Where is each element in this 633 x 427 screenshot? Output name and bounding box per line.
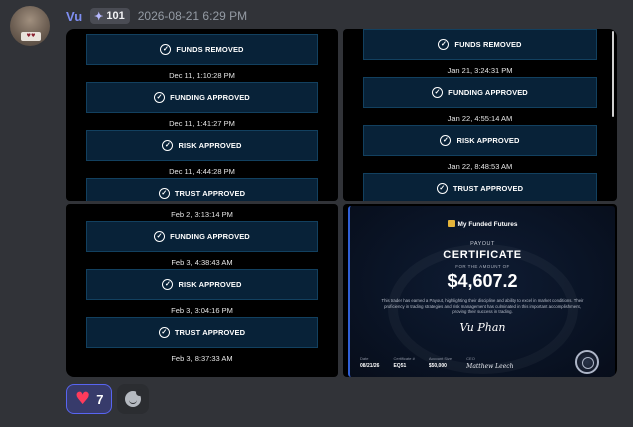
reactions-bar: ♥ 7 [66,384,150,414]
status-timestamp: Jan 21, 3:24:31 PM [447,66,513,75]
status-label: RISK APPROVED [178,141,242,150]
status-label: TRUST APPROVED [452,184,524,193]
seal-icon [575,350,599,374]
footer-value: $50,000 [428,363,447,369]
footer-value: 08/21/26 [360,363,380,369]
attachment-image-3[interactable]: Feb 2, 3:13:14 PM ✓ FUNDING APPROVED Feb 3,… [66,204,338,377]
status-box: ✓ RISK APPROVED [86,269,318,300]
check-circle-icon: ✓ [162,279,174,290]
status-box: ✓ TRUST APPROVED [363,173,597,201]
message-header: Vu ✦ 101 2026-08-21 6:29 PM [66,7,247,25]
status-box: ✓ FUNDING APPROVED [86,82,318,113]
status-timestamp: Feb 3, 3:04:16 PM [171,306,233,315]
status-timestamp: Dec 11, 1:10:28 PM [169,71,235,80]
role-tag[interactable]: ✦ 101 [90,8,130,24]
check-circle-icon: ✓ [162,140,174,151]
status-box: ✓ RISK APPROVED [363,125,597,156]
reaction-heart[interactable]: ♥ 7 [66,384,113,414]
status-box: ✓ FUNDS REMOVED [363,29,597,60]
status-label: TRUST APPROVED [174,328,246,337]
status-label: FUNDING APPROVED [170,232,250,241]
reaction-count: 7 [96,391,104,407]
footer-value: EQ51 [393,363,407,369]
status-box: ✓ RISK APPROVED [86,130,318,161]
status-timestamp: Dec 11, 4:44:28 PM [169,167,235,176]
footer-label: CEO [466,356,475,361]
attachment-image-1[interactable]: ✓ FUNDS REMOVED Dec 11, 1:10:28 PM ✓ FUNDING… [66,29,338,201]
status-label: TRUST APPROVED [174,189,246,198]
certificate-title: CERTIFICATE [443,249,522,261]
footer-signature: Matthew Leech [466,363,514,370]
scroll-indicator [612,31,614,117]
username[interactable]: Vu [66,9,82,24]
certificate-brand: My Funded Futures [350,220,615,228]
status-label: FUNDS REMOVED [176,45,244,54]
status-timestamp: Dec 11, 1:41:27 PM [169,119,235,128]
footer-label: Date [360,356,369,361]
footer-date: Date 08/21/26 [360,356,379,370]
attachment-image-4[interactable]: My Funded Futures PAYOUT CERTIFICATE FOR… [343,204,617,377]
role-tag-label: 101 [106,10,125,22]
footer-certificate-number: Certificate # EQ51 [393,356,414,370]
check-circle-icon: ✓ [160,44,172,55]
status-label: FUNDING APPROVED [170,93,250,102]
status-label: FUNDING APPROVED [448,88,528,97]
status-timestamp: Feb 2, 3:13:14 PM [171,210,233,219]
certificate-payout-label: PAYOUT [470,241,495,247]
attachment-image-2[interactable]: ✓ FUNDS REMOVED Jan 21, 3:24:31 PM ✓ FUNDING… [343,29,617,201]
add-reaction-icon [125,389,144,407]
check-circle-icon: ✓ [438,39,450,50]
status-label: RISK APPROVED [456,136,520,145]
check-circle-icon: ✓ [158,188,170,199]
footer-ceo: CEO Matthew Leech [466,356,513,370]
certificate-footer: Date 08/21/26 Certificate # EQ51 Account… [360,356,575,370]
status-timestamp: Feb 3, 4:38:43 AM [171,258,233,267]
footer-account-size: Account Size $50,000 [429,356,452,370]
footer-label: Account Size [428,356,453,361]
status-label: FUNDS REMOVED [454,40,522,49]
message-timestamp[interactable]: 2026-08-21 6:29 PM [138,9,247,23]
brand-logo-icon [447,220,455,227]
status-timestamp: Jan 22, 8:48:53 AM [447,162,513,171]
footer-label: Certificate # [393,356,415,361]
check-circle-icon: ✓ [432,87,444,98]
certificate-for-amount: FOR THE AMOUNT OF [455,264,510,269]
status-box: ✓ FUNDS REMOVED [86,34,318,65]
check-circle-icon: ✓ [158,327,170,338]
red-heart-icon: ♥ [75,388,91,409]
avatar-badge: ♥♥ [21,32,41,41]
payout-certificate: My Funded Futures PAYOUT CERTIFICATE FOR… [348,206,615,377]
status-box: ✓ TRUST APPROVED [86,317,318,348]
certificate-brand-label: My Funded Futures [457,221,518,228]
certificate-recipient: Vu Phan [459,321,506,334]
check-circle-icon: ✓ [436,183,448,194]
status-box: ✓ FUNDING APPROVED [86,221,318,252]
status-timestamp: Feb 3, 8:37:33 AM [171,354,233,363]
status-label: RISK APPROVED [178,280,242,289]
sparkle-icon: ✦ [94,10,104,23]
certificate-description: This trader has earned a Payout, highlig… [381,298,584,315]
check-circle-icon: ✓ [154,231,166,242]
check-circle-icon: ✓ [154,92,166,103]
status-box: ✓ TRUST APPROVED [86,178,318,201]
status-timestamp: Jan 22, 4:55:14 AM [447,114,513,123]
certificate-amount: $4,607.2 [447,271,518,291]
user-avatar[interactable]: ♥♥ [10,6,50,46]
add-reaction-button[interactable] [117,384,150,414]
status-box: ✓ FUNDING APPROVED [363,77,597,108]
check-circle-icon: ✓ [440,135,452,146]
